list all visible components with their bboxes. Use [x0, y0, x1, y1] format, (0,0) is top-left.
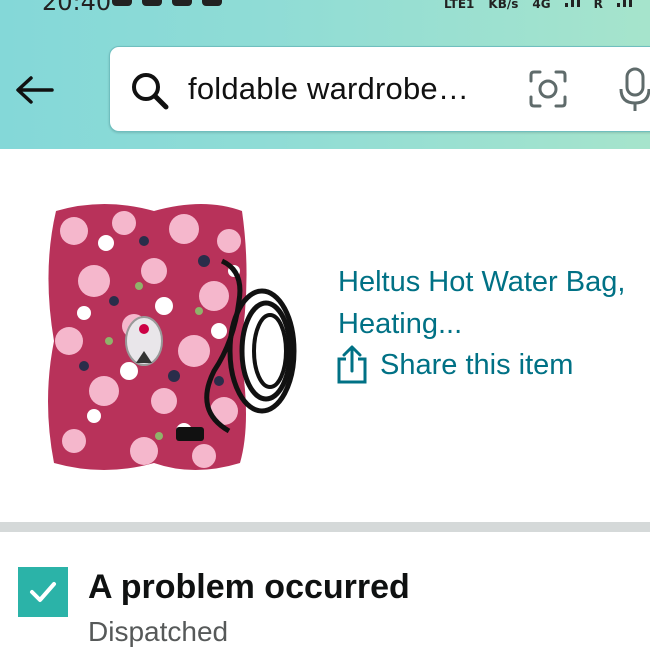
- arrow-left-icon: [16, 76, 54, 104]
- product-image[interactable]: [44, 201, 300, 471]
- product-title-line2: Heating...: [338, 308, 463, 340]
- status-time: 20:40: [42, 0, 112, 16]
- notification-icon: [142, 0, 162, 6]
- search-input[interactable]: foldable wardrobe…: [188, 71, 469, 107]
- order-status-section: A problem occurred Dispatched: [0, 532, 650, 651]
- share-item-label: Share this item: [380, 348, 574, 381]
- product-title-line1: Heltus Hot Water Bag,: [338, 266, 626, 298]
- status-indicators: LTE1 KB/s 4G R: [444, 0, 632, 11]
- search-bar[interactable]: foldable wardrobe…: [109, 46, 650, 132]
- product-title-link[interactable]: Heltus Hot Water Bag, Heating...: [338, 261, 648, 345]
- speed-unit-label: KB/s: [488, 0, 519, 11]
- notification-icon: [172, 0, 192, 6]
- search-icon: [132, 73, 169, 110]
- app-header: 20:40 LTE1 KB/s 4G R foldable wardrobe…: [0, 0, 650, 149]
- signal-icon: [564, 0, 580, 7]
- network-type-label: 4G: [532, 0, 551, 11]
- status-bar: 20:40 LTE1 KB/s 4G R: [0, 0, 650, 22]
- status-subtitle: Dispatched: [88, 616, 229, 647]
- share-icon: [337, 345, 367, 384]
- back-button[interactable]: [12, 68, 56, 112]
- section-divider: [0, 522, 650, 532]
- product-section: Heltus Hot Water Bag, Heating... Share t…: [0, 149, 650, 522]
- network-label: LTE1: [444, 0, 475, 11]
- notification-icon: [112, 0, 132, 6]
- status-checkbox: [18, 567, 68, 617]
- notification-icon: [202, 0, 222, 6]
- notification-icons: [112, 0, 222, 6]
- signal-icon-2: [616, 0, 632, 7]
- checkmark-icon: [30, 582, 56, 602]
- status-title: A problem occurred: [88, 568, 410, 606]
- camera-lens-icon[interactable]: [528, 69, 568, 109]
- microphone-icon[interactable]: [618, 67, 650, 113]
- roaming-label: R: [593, 0, 603, 11]
- share-item-button[interactable]: Share this item: [336, 345, 573, 385]
